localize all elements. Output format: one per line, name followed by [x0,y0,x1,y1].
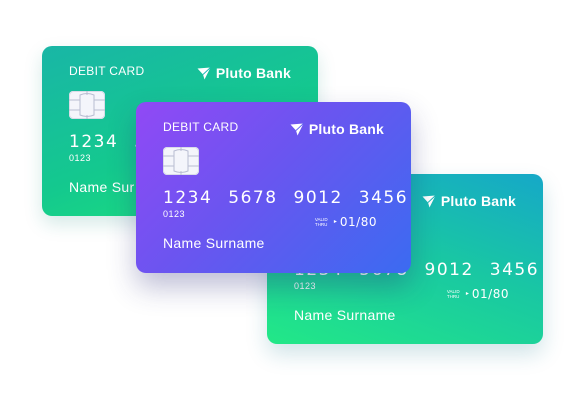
bank-brand: Pluto Bank [197,65,291,81]
card-sub-number: 0123 [294,281,317,291]
card-number-group: 9012 [293,188,343,208]
cardholder-name: Name Surname [294,307,396,323]
card-number-group: 3456 [489,260,540,280]
card-type-label: DEBIT CARD [163,120,239,134]
expiry-date: 01/80 [471,287,509,301]
card-number-group: 3456 [358,188,409,208]
arrow-right-icon: ▸ [465,291,469,297]
card-type-label: DEBIT CARD [69,64,145,78]
arrow-right-icon: ▸ [333,219,337,225]
valid-thru: VALID THRU ▸ 01/80 [315,215,377,229]
paper-plane-icon [197,66,211,79]
card-number-group: 1234 [163,188,213,208]
debit-card-front: DEBIT CARD Pluto Bank 1234 5678 9012 345… [136,102,411,273]
card-number-group: 5678 [228,188,278,208]
card-number-group: 9012 [424,260,474,280]
bank-brand: Pluto Bank [422,193,516,209]
card-sub-number: 0123 [163,209,186,219]
cardholder-name: Name Surname [163,235,265,251]
emv-chip-icon [163,147,199,175]
card-number-group: 1234 [69,132,119,152]
bank-brand: Pluto Bank [290,121,384,137]
expiry-date: 01/80 [339,215,377,229]
valid-thru-label: VALID THRU [446,289,460,299]
bank-name: Pluto Bank [215,65,291,81]
bank-name: Pluto Bank [308,121,384,137]
emv-chip-icon [69,91,105,119]
cardholder-name: Name Sur [69,179,135,195]
card-number: 1234 5678 9012 3456 [163,188,408,208]
paper-plane-icon [422,194,436,207]
paper-plane-icon [290,122,304,135]
valid-thru-label: VALID THRU [314,217,328,227]
valid-thru: VALID THRU ▸ 01/80 [447,287,509,301]
card-sub-number: 0123 [69,153,92,163]
card-number: 1234 5 [69,132,147,152]
bank-name: Pluto Bank [440,193,516,209]
